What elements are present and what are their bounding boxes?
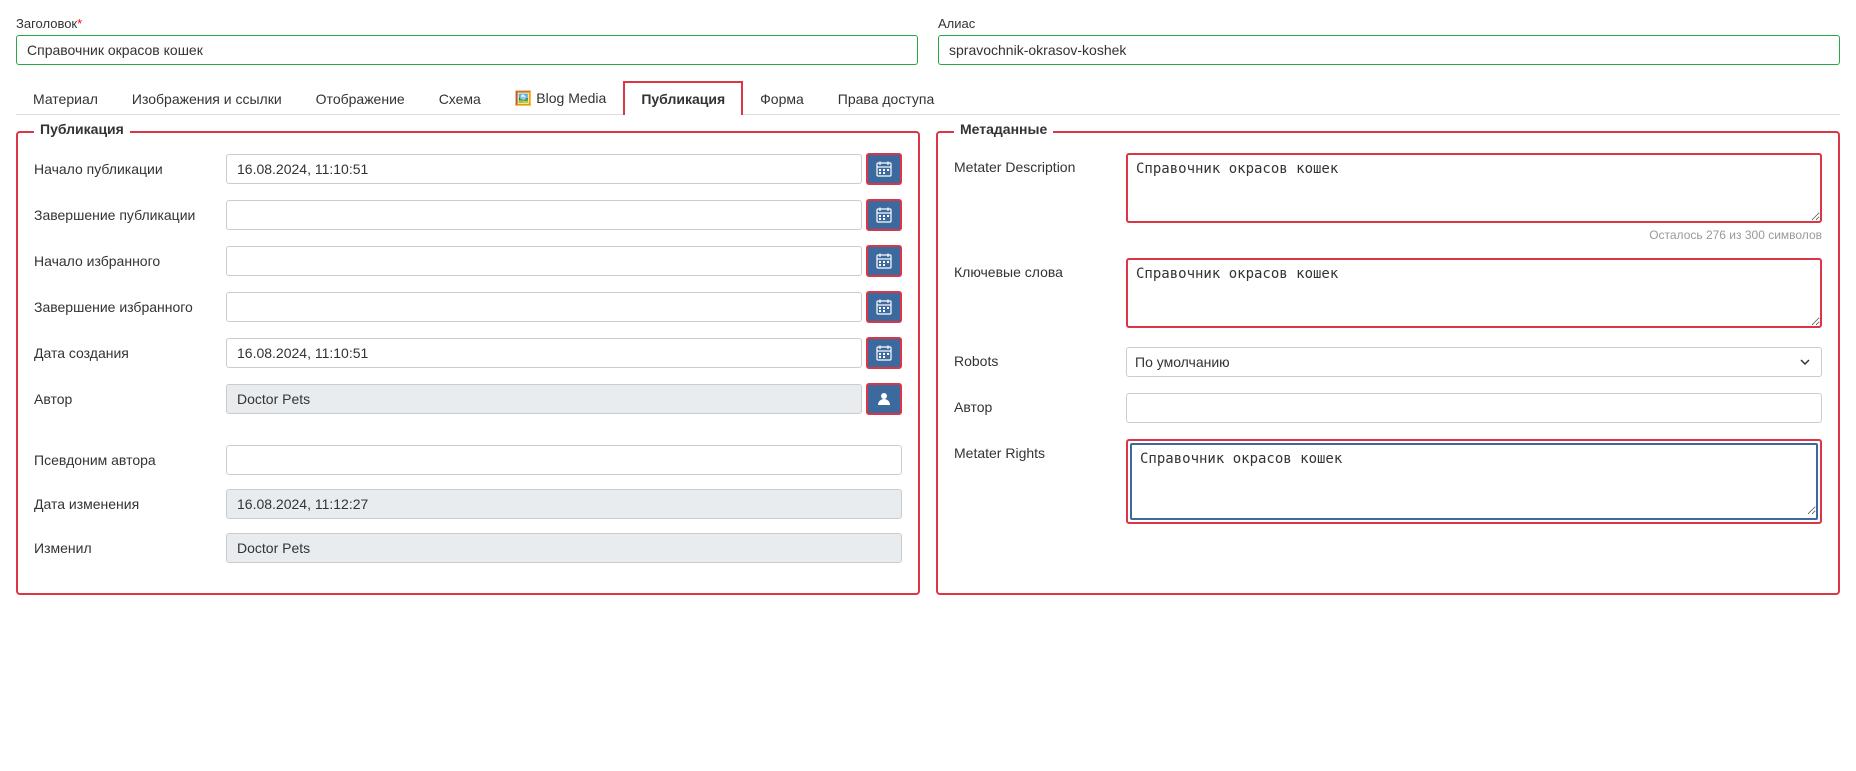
label-end-pub: Завершение публикации xyxy=(34,207,214,223)
title-label: Заголовок* xyxy=(16,16,918,31)
input-pseudonym[interactable] xyxy=(226,445,902,475)
person-btn-author[interactable] xyxy=(866,383,902,415)
calendar-icon-start-pub xyxy=(876,161,892,177)
page-wrapper: Заголовок* Алиас Материал Изображения и … xyxy=(0,0,1856,611)
calendar-btn-created[interactable] xyxy=(866,337,902,369)
input-modified-date[interactable] xyxy=(226,489,902,519)
input-created[interactable] xyxy=(226,338,862,368)
rights-border-wrapper: Справочник окрасов кошек xyxy=(1126,439,1822,524)
meta-input-author[interactable] xyxy=(1126,393,1822,423)
calendar-icon-end-pub xyxy=(876,207,892,223)
input-start-fav[interactable] xyxy=(226,246,862,276)
label-end-fav: Завершение избранного xyxy=(34,299,214,315)
tab-material[interactable]: Материал xyxy=(16,82,115,115)
meta-row-description: Metater Description Справочник окрасов к… xyxy=(954,153,1822,242)
control-pseudonym xyxy=(226,445,902,475)
tab-display[interactable]: Отображение xyxy=(299,82,422,115)
label-start-pub: Начало публикации xyxy=(34,161,214,177)
control-modified-by xyxy=(226,533,902,563)
tab-publication[interactable]: Публикация xyxy=(623,81,743,115)
input-modified-by[interactable] xyxy=(226,533,902,563)
tab-images[interactable]: Изображения и ссылки xyxy=(115,82,299,115)
rights-inner-wrapper: Справочник окрасов кошек xyxy=(1130,443,1818,520)
control-end-fav xyxy=(226,291,902,323)
form-row-end-fav: Завершение избранного xyxy=(34,291,902,323)
calendar-icon-created xyxy=(876,345,892,361)
blog-media-icon: 🖼️ xyxy=(515,90,532,106)
label-created: Дата создания xyxy=(34,345,214,361)
title-field: Заголовок* xyxy=(16,16,918,65)
metadata-panel: Метаданные Metater Description Справочни… xyxy=(936,131,1840,595)
tab-access[interactable]: Права доступа xyxy=(821,82,951,115)
meta-label-author: Автор xyxy=(954,393,1114,415)
form-row-start-pub: Начало публикации xyxy=(34,153,902,185)
control-modified-date xyxy=(226,489,902,519)
main-content: Публикация Начало публикации xyxy=(16,131,1840,595)
calendar-btn-end-fav[interactable] xyxy=(866,291,902,323)
meta-label-robots: Robots xyxy=(954,347,1114,369)
metadata-panel-body: Metater Description Справочник окрасов к… xyxy=(938,133,1838,556)
meta-row-keywords: Ключевые слова Справочник окрасов кошек xyxy=(954,258,1822,331)
control-start-fav xyxy=(226,245,902,277)
alias-input[interactable] xyxy=(938,35,1840,65)
meta-textarea-description[interactable]: Справочник окрасов кошек xyxy=(1126,153,1822,223)
tab-schema[interactable]: Схема xyxy=(422,82,498,115)
calendar-btn-start-fav[interactable] xyxy=(866,245,902,277)
tab-form[interactable]: Форма xyxy=(743,82,821,115)
input-end-fav[interactable] xyxy=(226,292,862,322)
meta-label-keywords: Ключевые слова xyxy=(954,258,1114,280)
meta-control-author xyxy=(1126,393,1822,423)
meta-row-rights: Metater Rights Справочник окрасов кошек xyxy=(954,439,1822,524)
tab-blog-media[interactable]: 🖼️Blog Media xyxy=(498,81,623,115)
meta-select-robots[interactable]: По умолчанию xyxy=(1126,347,1822,377)
publication-panel-body: Начало публикации xyxy=(18,133,918,445)
control-created xyxy=(226,337,902,369)
meta-control-robots: По умолчанию xyxy=(1126,347,1822,377)
alias-label: Алиас xyxy=(938,16,1840,31)
calendar-icon-end-fav xyxy=(876,299,892,315)
label-modified-date: Дата изменения xyxy=(34,496,214,512)
label-modified-by: Изменил xyxy=(34,540,214,556)
input-author[interactable] xyxy=(226,384,862,414)
calendar-btn-start-pub[interactable] xyxy=(866,153,902,185)
below-pub-fields: Псевдоним автора Дата изменения Изменил xyxy=(18,445,918,593)
meta-label-description: Metater Description xyxy=(954,153,1114,175)
meta-textarea-keywords[interactable]: Справочник окрасов кошек xyxy=(1126,258,1822,328)
header-row: Заголовок* Алиас xyxy=(16,16,1840,65)
label-start-fav: Начало избранного xyxy=(34,253,214,269)
form-row-end-pub: Завершение публикации xyxy=(34,199,902,231)
form-row-modified-by: Изменил xyxy=(34,533,902,563)
meta-row-author: Автор xyxy=(954,393,1822,423)
publication-panel: Публикация Начало публикации xyxy=(16,131,920,595)
char-count-description: Осталось 276 из 300 символов xyxy=(1126,228,1822,242)
label-pseudonym: Псевдоним автора xyxy=(34,452,214,468)
form-row-created: Дата создания xyxy=(34,337,902,369)
control-start-pub xyxy=(226,153,902,185)
meta-label-rights: Metater Rights xyxy=(954,439,1114,461)
form-row-pseudonym: Псевдоним автора xyxy=(34,445,902,475)
alias-field: Алиас xyxy=(938,16,1840,65)
publication-legend: Публикация xyxy=(34,121,130,137)
control-author xyxy=(226,383,902,415)
tabs-row: Материал Изображения и ссылки Отображени… xyxy=(16,81,1840,115)
form-row-author: Автор xyxy=(34,383,902,415)
control-end-pub xyxy=(226,199,902,231)
meta-control-description: Справочник окрасов кошек Осталось 276 из… xyxy=(1126,153,1822,242)
input-start-pub[interactable] xyxy=(226,154,862,184)
meta-control-keywords: Справочник окрасов кошек xyxy=(1126,258,1822,331)
metadata-legend: Метаданные xyxy=(954,121,1053,137)
calendar-icon-start-fav xyxy=(876,253,892,269)
meta-row-robots: Robots По умолчанию xyxy=(954,347,1822,377)
meta-textarea-rights[interactable]: Справочник окрасов кошек xyxy=(1132,445,1816,515)
input-end-pub[interactable] xyxy=(226,200,862,230)
calendar-btn-end-pub[interactable] xyxy=(866,199,902,231)
title-input[interactable] xyxy=(16,35,918,65)
label-author: Автор xyxy=(34,391,214,407)
meta-control-rights: Справочник окрасов кошек xyxy=(1126,439,1822,524)
person-icon-author xyxy=(876,391,892,407)
form-row-start-fav: Начало избранного xyxy=(34,245,902,277)
form-row-modified-date: Дата изменения xyxy=(34,489,902,519)
